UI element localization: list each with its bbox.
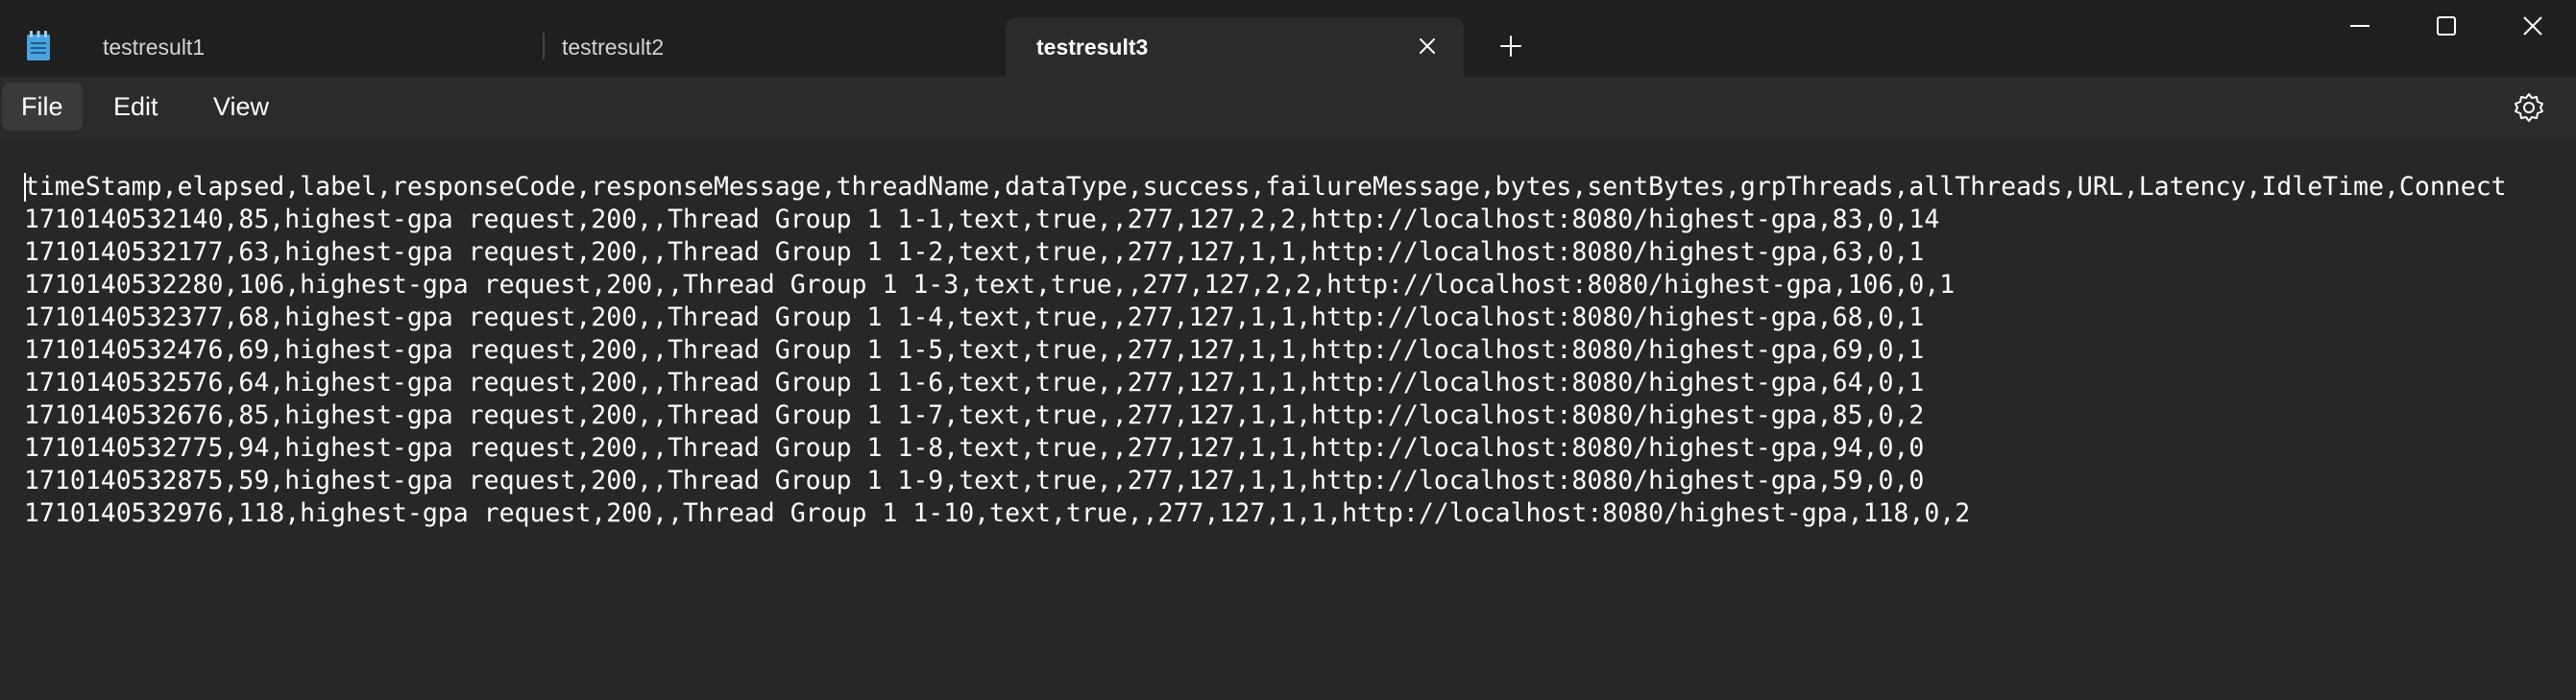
menu-file[interactable]: File <box>2 83 83 131</box>
text-line: 1710140532875,59,highest-gpa request,200… <box>24 466 1925 495</box>
tab-label: testresult2 <box>562 35 665 60</box>
maximize-button[interactable] <box>2403 0 2490 54</box>
text-line: 1710140532976,118,highest-gpa request,20… <box>24 498 1971 528</box>
text-line: 1710140532775,94,highest-gpa request,200… <box>24 433 1925 463</box>
text-line: 1710140532280,106,highest-gpa request,20… <box>24 270 1956 300</box>
minimize-icon <box>2350 25 2369 27</box>
menu-bar: File Edit View <box>0 77 2576 138</box>
notepad-icon <box>25 31 52 61</box>
tab-label: testresult1 <box>103 35 206 60</box>
tab-testresult2[interactable]: testresult2 <box>531 17 1002 77</box>
text-line: 1710140532140,85,highest-gpa request,200… <box>24 205 1940 234</box>
text-content[interactable]: timeStamp,elapsed,label,responseCode,res… <box>24 171 2507 530</box>
text-editor[interactable]: timeStamp,elapsed,label,responseCode,res… <box>0 138 2576 700</box>
text-line: timeStamp,elapsed,label,responseCode,res… <box>24 172 2507 202</box>
text-line: 1710140532177,63,highest-gpa request,200… <box>24 237 1925 267</box>
text-line: 1710140532377,68,highest-gpa request,200… <box>24 302 1925 332</box>
close-window-button[interactable] <box>2490 0 2576 54</box>
close-icon <box>2523 16 2542 36</box>
tab-label: testresult3 <box>1036 35 1149 60</box>
tab-testresult1[interactable]: testresult1 <box>72 17 543 77</box>
close-tab-icon[interactable] <box>1414 33 1441 60</box>
menu-view[interactable]: View <box>194 83 288 131</box>
plus-icon[interactable] <box>1496 32 1525 60</box>
maximize-icon <box>2437 16 2456 36</box>
text-line: 1710140532576,64,highest-gpa request,200… <box>24 368 1925 398</box>
gear-icon[interactable] <box>2513 91 2545 124</box>
menu-edit[interactable]: Edit <box>94 83 178 131</box>
text-caret <box>24 173 26 202</box>
title-bar: testresult1 testresult2 testresult3 <box>0 0 2576 77</box>
tab-testresult3[interactable]: testresult3 <box>1006 17 1464 77</box>
text-line: 1710140532676,85,highest-gpa request,200… <box>24 400 1925 430</box>
minimize-button[interactable] <box>2317 0 2403 54</box>
text-line: 1710140532476,69,highest-gpa request,200… <box>24 335 1925 365</box>
